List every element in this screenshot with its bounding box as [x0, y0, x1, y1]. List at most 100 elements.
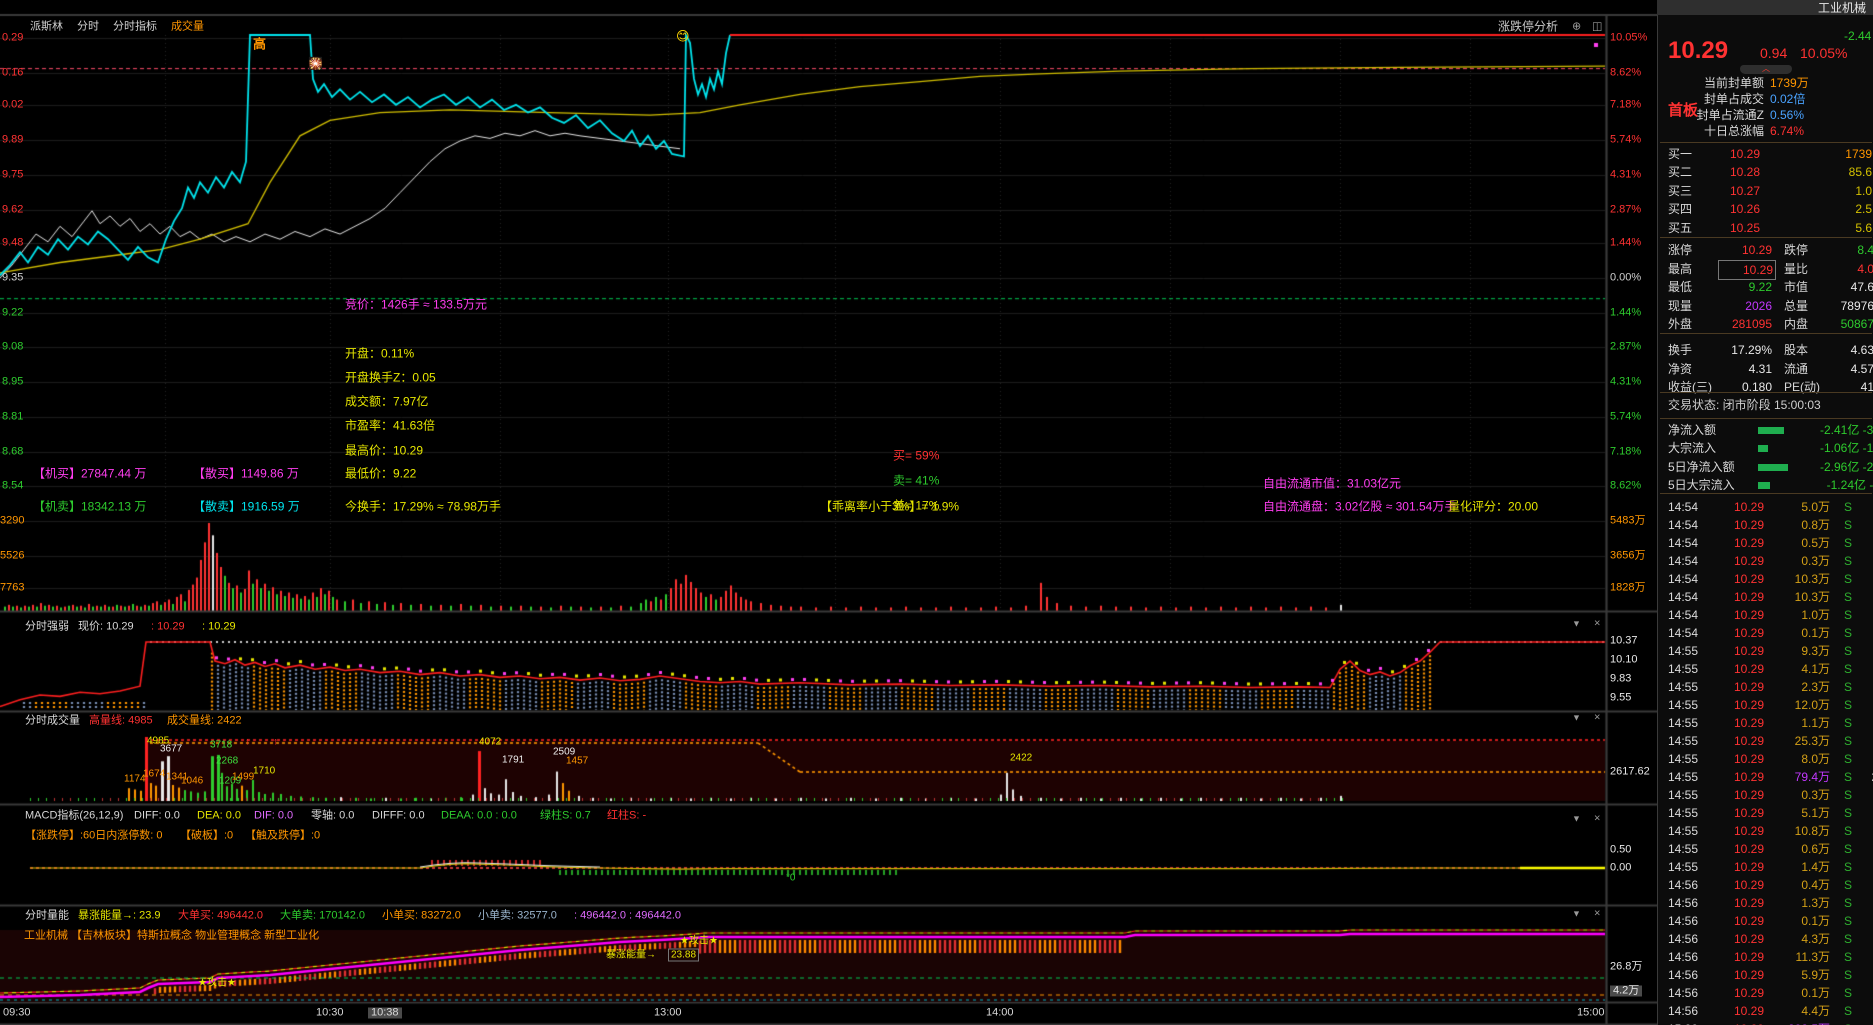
bid-row-5[interactable]: 买五 10.25 5.6 — [1658, 219, 1873, 237]
bid-row-1[interactable]: 买一 10.29 1739 — [1658, 145, 1873, 163]
tick-row[interactable]: 14:56 10.29 11.3万 S — [1658, 948, 1873, 966]
tick-side: S — [1843, 500, 1852, 514]
pane-collapse-icon-0[interactable]: ▼ — [1572, 619, 1581, 630]
concept-tags[interactable]: 工业机械 【吉林板块】特斯拉概念 物业管理概念 新型工业化 — [24, 930, 319, 942]
tick-row[interactable]: 14:54 10.29 0.3万 S — [1658, 552, 1873, 570]
collapse-pill[interactable]: ︿ — [1740, 65, 1792, 74]
tick-volume: 2.3万 — [1801, 680, 1830, 694]
pane-close-icon-0[interactable]: × — [1594, 618, 1600, 630]
stat-row: 最低 9.22 市值 47.6 — [1658, 278, 1873, 296]
time-label-1: 10:30 — [316, 1006, 344, 1019]
tick-row[interactable]: 14:56 10.29 0.1万 S — [1658, 912, 1873, 930]
chart-crumb-1[interactable]: 分时 — [77, 21, 99, 33]
tick-row[interactable]: 14:56 10.29 4.3万 S — [1658, 930, 1873, 948]
tick-row[interactable]: 14:56 10.29 0.4万 S — [1658, 876, 1873, 894]
tick-row[interactable]: 15:00 10.29 208.5万 S — [1658, 1020, 1873, 1025]
tick-row[interactable]: 14:54 10.29 0.8万 S — [1658, 516, 1873, 534]
pane-collapse-icon-2[interactable]: ▼ — [1572, 814, 1581, 825]
stat-label: 最高 — [1668, 261, 1693, 276]
tick-row[interactable]: 14:55 10.29 2.3万 S — [1658, 678, 1873, 696]
tick-price: 10.29 — [1734, 572, 1765, 586]
tick-row[interactable]: 14:54 10.29 0.1万 S — [1658, 624, 1873, 642]
tick-row[interactable]: 14:55 10.29 0.3万 S — [1658, 786, 1873, 804]
energy-header-part-3: 大单卖: 170142.0 — [280, 909, 365, 922]
tick-row[interactable]: 14:54 10.29 10.3万 S — [1658, 588, 1873, 606]
tick-row[interactable]: 14:5510.2979.4万S2 — [1658, 768, 1873, 786]
tick-side: S — [1843, 896, 1852, 910]
tick-row[interactable]: 14:55 10.29 1.1万 S — [1658, 714, 1873, 732]
tick-row[interactable]: 14:55 10.29 5.1万 S — [1658, 804, 1873, 822]
vol2-label-3: 2268 — [216, 755, 239, 767]
boost-energy-label: 暴涨能量→ — [606, 949, 656, 961]
bid-row-3[interactable]: 买三 10.27 1.0 — [1658, 182, 1873, 200]
stat-value: 17.29% — [1731, 343, 1772, 357]
axis-main_left-7: 9.35 — [2, 271, 24, 284]
stat-value: 10.29 — [1718, 259, 1776, 280]
strength-header-part-2: : 10.29 — [151, 620, 185, 633]
stat-label: 净资 — [1668, 361, 1693, 376]
annotation-1: 😊 — [676, 28, 690, 44]
tick-row[interactable]: 14:55 10.29 0.6万 S — [1658, 840, 1873, 858]
tick-time: 14:54 — [1668, 500, 1699, 514]
strength-header-part-3: : 10.29 — [202, 620, 236, 633]
axis-main_right-13: 8.62% — [1610, 479, 1642, 492]
vol2-header-part-2: 成交量线: 2422 — [167, 714, 242, 727]
stat-label: 收益(三) — [1668, 380, 1712, 395]
axis-macd_right-1: 0.00 — [1610, 861, 1632, 874]
split-view-icon[interactable]: ◫ — [1592, 21, 1602, 33]
tick-row[interactable]: 14:55 10.29 12.0万 S — [1658, 696, 1873, 714]
tick-time: 14:55 — [1668, 716, 1699, 730]
macd-header2-part-1: 【破板】:0 — [180, 829, 234, 842]
axis-main_left-2: 0.02 — [2, 98, 24, 111]
axis-vol_right-1: 3656万 — [1610, 549, 1646, 562]
vol-indicator-label[interactable]: 成交量 — [171, 21, 204, 33]
pane-close-icon-1[interactable]: × — [1594, 712, 1600, 724]
tick-row[interactable]: 14:56 10.29 4.4万 S — [1658, 1002, 1873, 1020]
chart-crumb-0[interactable]: 派斯林 — [30, 21, 63, 33]
seal-value: 0.02倍 — [1770, 92, 1806, 106]
tick-volume: 10.3万 — [1794, 572, 1830, 586]
tick-time: 14:54 — [1668, 572, 1699, 586]
stat-value: 50867 — [1840, 317, 1873, 332]
limit-analysis-label[interactable]: 涨跌停分析 — [1498, 21, 1558, 33]
tick-row[interactable]: 14:56 10.29 0.1万 S — [1658, 984, 1873, 1002]
chevron-up-icon: ︿ — [1762, 64, 1770, 73]
tick-row[interactable]: 14:56 10.29 1.3万 S — [1658, 894, 1873, 912]
vol2-label-14: 1457 — [566, 755, 589, 767]
seal-label: 封单占成交 — [1703, 92, 1764, 106]
tick-side: S — [1843, 878, 1852, 892]
tick-row[interactable]: 14:54 10.29 5.0万 S — [1658, 498, 1873, 516]
tick-row[interactable]: 14:55 10.29 9.3万 S — [1658, 642, 1873, 660]
tick-row[interactable]: 14:54 10.29 10.3万 S — [1658, 570, 1873, 588]
tick-side: S — [1843, 680, 1852, 694]
stat-row: 收益(三) 0.180 PE(动) 41 — [1658, 378, 1873, 396]
sector-name[interactable]: 工业机械 — [1818, 1, 1866, 16]
vol2-label-2: 3718 — [210, 739, 233, 751]
chart-crumb-2[interactable]: 分时指标 — [113, 21, 157, 33]
pane-collapse-icon-1[interactable]: ▼ — [1572, 713, 1581, 724]
energy-header-part-6: : 496442.0 : 496442.0 — [574, 909, 682, 922]
tick-row[interactable]: 14:54 10.29 1.0万 S — [1658, 606, 1873, 624]
attack-marker-2: ★攻击★ — [680, 935, 718, 947]
tick-row[interactable]: 14:55 10.29 10.8万 S — [1658, 822, 1873, 840]
bid-row-2[interactable]: 买二 10.28 85.6 — [1658, 163, 1873, 181]
vol2-label-9: 1499 — [232, 771, 255, 783]
tick-row[interactable]: 14:55 10.29 1.4万 S — [1658, 858, 1873, 876]
pane-close-icon-2[interactable]: × — [1594, 813, 1600, 825]
strength-header-part-0: 分时强弱 — [25, 620, 69, 633]
axis-strength_right-0: 10.37 — [1610, 634, 1638, 647]
axis-energy-1: 4.2万 — [1610, 985, 1643, 997]
tick-row[interactable]: 14:56 10.29 5.9万 S — [1658, 966, 1873, 984]
tick-time: 14:55 — [1668, 824, 1699, 838]
axis-main_right-4: 4.31% — [1610, 168, 1642, 181]
bid-row-4[interactable]: 买四 10.26 2.5 — [1658, 200, 1873, 218]
tick-row[interactable]: 14:55 10.29 4.1万 S — [1658, 660, 1873, 678]
tick-row[interactable]: 14:55 10.29 25.3万 S — [1658, 732, 1873, 750]
tick-side: S — [1843, 734, 1852, 748]
pane-close-icon-3[interactable]: × — [1594, 908, 1600, 920]
pane-collapse-icon-3[interactable]: ▼ — [1572, 909, 1581, 920]
popout-icon[interactable]: ⊕ — [1572, 21, 1581, 33]
tick-row[interactable]: 14:54 10.29 0.5万 S — [1658, 534, 1873, 552]
tick-price: 10.29 — [1734, 788, 1765, 802]
tick-row[interactable]: 14:55 10.29 8.0万 S — [1658, 750, 1873, 768]
